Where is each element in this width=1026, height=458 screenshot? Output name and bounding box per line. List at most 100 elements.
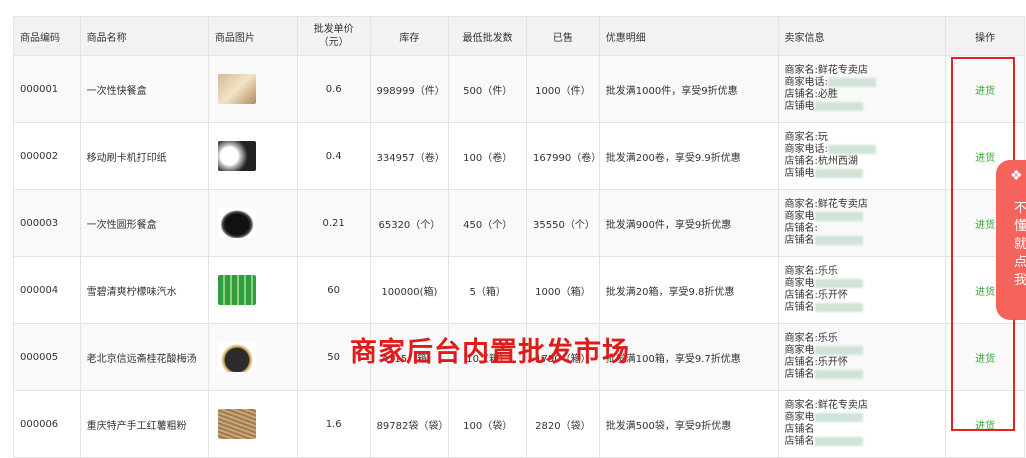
seller-line: 商家名:乐乐	[785, 333, 940, 345]
seller-line: 商家电	[785, 412, 940, 424]
cell-min-qty: 450（个）	[448, 189, 528, 257]
seller-line-text: 店铺名	[784, 235, 815, 246]
noodles-image	[217, 409, 256, 439]
col-header: 商品名称	[79, 16, 209, 56]
cell-seller: 商家名:乐乐 商家电 店铺名:乐开怀 店铺名	[777, 256, 947, 324]
seller-line-text: 店铺电	[784, 168, 815, 179]
col-header: 批发单价 （元）	[296, 16, 371, 56]
cell-image	[207, 390, 298, 458]
cell-stock: 65320（个）	[369, 189, 450, 257]
col-header: 操作	[945, 16, 1025, 56]
cell-code: 000003	[13, 189, 81, 257]
cell-seller: 商家名:乐乐 商家电 店铺名:乐开怀 店铺名	[777, 323, 947, 391]
cell-stock: 998999（件）	[369, 55, 450, 123]
cell-name: 重庆特产手工红薯粗粉	[79, 390, 209, 458]
seller-line: 店铺名	[785, 424, 940, 436]
redacted-value	[827, 144, 876, 154]
col-header: 已售	[526, 16, 600, 56]
cell-promo: 批发满500袋，享受9折优惠	[598, 390, 779, 458]
restock-link[interactable]: 进货	[975, 86, 995, 97]
seller-line-text: 商家名:鲜花专卖店	[784, 400, 868, 411]
overlay-caption: 商家后台内置批发市场	[350, 337, 630, 368]
cell-sold: 167990（卷）	[526, 122, 600, 190]
redacted-value	[814, 436, 863, 446]
seller-line-text: 商家电	[784, 278, 815, 289]
redacted-value	[814, 345, 863, 355]
cell-min-qty: 100（卷）	[448, 122, 528, 190]
cell-stock: 100000(箱)	[369, 256, 450, 324]
col-header: 商品图片	[207, 16, 298, 56]
table-row: 000006 重庆特产手工红薯粗粉 1.6 89782袋（袋） 100（袋） 2820（袋…	[13, 390, 1025, 458]
seller-line: 商家名:鲜花专卖店	[785, 65, 940, 77]
seller-line: 商家电话:	[785, 77, 940, 89]
redacted-value	[814, 369, 863, 379]
cell-image	[207, 323, 298, 391]
col-header-price: 批发单价 （元）	[313, 24, 354, 48]
cell-action: 进货	[945, 55, 1025, 123]
seller-line: 店铺名:	[785, 223, 940, 235]
seller-line: 店铺名	[785, 302, 940, 314]
restock-link[interactable]: 进货	[975, 354, 995, 365]
cell-name: 雪碧清爽柠檬味汽水	[79, 256, 209, 324]
seller-line: 商家名:玩	[785, 132, 940, 144]
cell-stock: 334957（卷）	[369, 122, 450, 190]
cell-image	[207, 55, 298, 123]
cell-price: 0.4	[296, 122, 371, 190]
col-header: 最低批发数	[448, 16, 528, 56]
restock-link[interactable]: 进货	[975, 421, 995, 432]
seller-line: 商家电话:	[785, 144, 940, 156]
cell-price: 0.6	[296, 55, 371, 123]
seller-line: 商家名:乐乐	[785, 266, 940, 278]
seller-line-text: 店铺名:	[784, 223, 818, 234]
cell-promo: 批发满1000件，享受9折优惠	[598, 55, 779, 123]
restock-link[interactable]: 进货	[975, 220, 995, 231]
col-header: 库存	[369, 16, 450, 56]
cell-code: 000004	[13, 256, 81, 324]
table-row: 000004 雪碧清爽柠檬味汽水 60 100000(箱) 5（箱） 1000（箱） 批发满…	[13, 256, 1025, 324]
cell-image	[207, 189, 298, 257]
table-header-row: 商品编码 商品名称 商品图片 批发单价 （元） 库存 最低批发数 已售 优惠明细…	[13, 16, 1025, 56]
seller-line-text: 商家电	[784, 345, 815, 356]
seller-line-text: 店铺名:杭州西湖	[784, 156, 858, 167]
seller-line-text: 商家名:鲜花专卖店	[784, 199, 868, 210]
cell-promo: 批发满20箱，享受9.8折优惠	[598, 256, 779, 324]
paper-roll-image	[217, 141, 256, 171]
cell-code: 000001	[13, 55, 81, 123]
bottles-image	[217, 275, 256, 305]
jar-image	[217, 342, 256, 372]
cell-price: 60	[296, 256, 371, 324]
col-header: 商品编码	[13, 16, 81, 56]
seller-line: 店铺名	[785, 235, 940, 247]
cell-code: 000002	[13, 122, 81, 190]
table-row: 000003 一次性圆形餐盒 0.21 65320（个） 450（个） 35550（个）批…	[13, 189, 1025, 257]
cell-image	[207, 122, 298, 190]
seller-line-text: 店铺名	[784, 436, 815, 447]
seller-line-text: 商家名:鲜花专卖店	[784, 65, 868, 76]
cell-action: 进货	[945, 390, 1025, 458]
redacted-value	[814, 235, 863, 245]
cell-seller: 商家名:鲜花专卖店 商家电话: 店铺名:必胜 店铺电	[777, 55, 947, 123]
bowl-image	[217, 208, 256, 238]
seller-line-text: 店铺名:乐开怀	[784, 357, 848, 368]
cell-min-qty: 100（袋）	[448, 390, 528, 458]
redacted-value	[814, 168, 863, 178]
cell-promo: 批发满900件，享受9折优惠	[598, 189, 779, 257]
seller-line: 商家电	[785, 345, 940, 357]
seller-line-text: 商家名:玩	[784, 132, 828, 143]
cell-seller: 商家名:玩 商家电话: 店铺名:杭州西湖 店铺电	[777, 122, 947, 190]
cell-sold: 1000（件）	[526, 55, 600, 123]
seller-line-text: 店铺电	[784, 101, 815, 112]
redacted-value	[814, 101, 863, 111]
help-side-tab[interactable]: ❖ 不懂就点我	[996, 160, 1026, 320]
seller-line-text: 商家电话:	[784, 77, 828, 88]
seller-line: 商家名:鲜花专卖店	[785, 199, 940, 211]
cell-name: 老北京信远斋桂花酸梅汤	[79, 323, 209, 391]
seller-line-text: 店铺名:乐开怀	[784, 290, 848, 301]
restock-link[interactable]: 进货	[975, 287, 995, 298]
cell-min-qty: 500（件）	[448, 55, 528, 123]
seller-line-text: 商家电话:	[784, 144, 828, 155]
restock-link[interactable]: 进货	[975, 153, 995, 164]
cell-price: 0.21	[296, 189, 371, 257]
cell-seller: 商家名:鲜花专卖店 商家电 店铺名: 店铺名	[777, 189, 947, 257]
seller-line: 店铺名	[785, 436, 940, 448]
